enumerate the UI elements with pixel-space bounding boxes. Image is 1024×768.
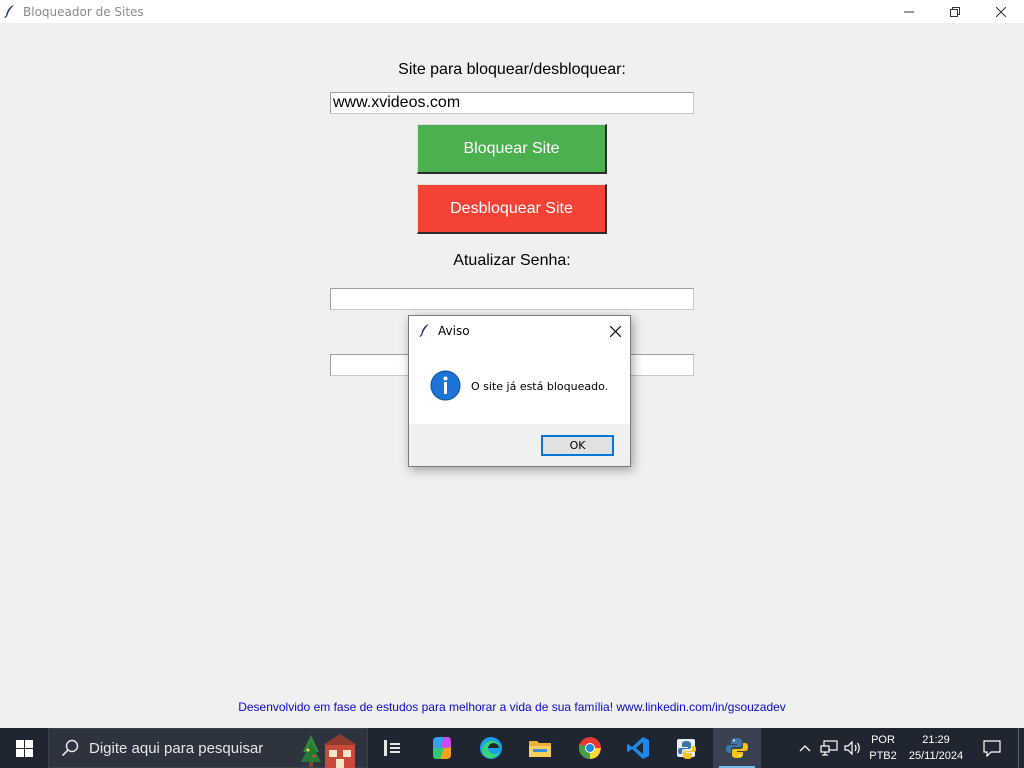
maximize-button[interactable] (932, 0, 978, 23)
taskbar-search[interactable]: Digite aqui para pesquisar (48, 728, 368, 768)
show-desktop-button[interactable] (1018, 728, 1024, 768)
close-icon (996, 6, 1006, 17)
password-input[interactable] (330, 288, 694, 310)
tray-volume[interactable] (842, 728, 864, 768)
tray-chevron[interactable] (794, 728, 816, 768)
chevron-up-icon (799, 745, 811, 752)
dialog-button-bar: OK (409, 424, 630, 466)
taskbar-chrome[interactable] (566, 728, 614, 768)
footer-credits: Desenvolvido em fase de estudos para mel… (238, 700, 786, 714)
tray-language[interactable]: POR PTB2 (866, 732, 900, 764)
task-view-icon (384, 740, 400, 756)
title-bar[interactable]: Bloqueador de Sites (0, 0, 1024, 23)
taskbar-python[interactable] (713, 728, 761, 768)
taskbar-python-idle[interactable] (663, 728, 711, 768)
unblock-site-button[interactable]: Desbloquear Site (417, 184, 607, 234)
dialog-close-button[interactable] (605, 321, 625, 341)
tray-network[interactable] (818, 728, 840, 768)
dialog-message: O site já está bloqueado. (471, 380, 609, 393)
search-placeholder: Digite aqui para pesquisar (89, 740, 264, 757)
taskbar: Digite aqui para pesquisar POR PTB2 21:2… (0, 728, 1024, 768)
tray-clock[interactable]: 21:29 25/11/2024 (903, 732, 969, 764)
restore-icon (950, 6, 960, 17)
close-button[interactable] (978, 0, 1024, 23)
taskbar-task-view[interactable] (368, 728, 416, 768)
notification-icon (983, 739, 1001, 757)
window-title: Bloqueador de Sites (23, 5, 144, 19)
close-icon (609, 325, 621, 337)
site-label: Site para bloquear/desbloquear: (398, 61, 626, 78)
windows-icon (15, 739, 33, 757)
network-icon (820, 740, 838, 756)
language-code: POR (871, 734, 895, 746)
python-idle-icon (677, 739, 696, 759)
minimize-button[interactable] (886, 0, 932, 23)
python-icon (726, 738, 748, 758)
site-input[interactable]: www.xvideos.com (330, 92, 694, 114)
block-site-button[interactable]: Bloquear Site (417, 124, 607, 174)
copilot-icon (433, 737, 451, 759)
minimize-icon (904, 11, 914, 12)
start-button[interactable] (0, 728, 48, 768)
taskbar-edge[interactable] (467, 728, 515, 768)
search-icon (61, 739, 79, 757)
tray-notifications[interactable] (978, 728, 1006, 768)
volume-icon (844, 740, 860, 756)
taskbar-file-explorer[interactable] (516, 728, 564, 768)
taskbar-vscode[interactable] (614, 728, 662, 768)
edge-icon (480, 737, 502, 759)
password-label: Atualizar Senha: (453, 252, 571, 269)
folder-icon (529, 741, 551, 757)
christmas-tree-icon (301, 734, 357, 768)
info-icon (430, 370, 461, 401)
clock-date: 25/11/2024 (908, 750, 964, 762)
vscode-icon (627, 737, 649, 759)
chrome-icon (579, 737, 601, 759)
taskbar-copilot[interactable] (418, 728, 466, 768)
clock-time: 21:29 (922, 734, 950, 746)
info-dialog: Aviso O site já está bloqueado. OK (408, 315, 631, 467)
keyboard-layout: PTB2 (869, 750, 897, 762)
feather-icon (419, 324, 429, 337)
dialog-title: Aviso (438, 324, 470, 338)
ok-button[interactable]: OK (541, 435, 614, 456)
feather-icon (4, 5, 14, 18)
